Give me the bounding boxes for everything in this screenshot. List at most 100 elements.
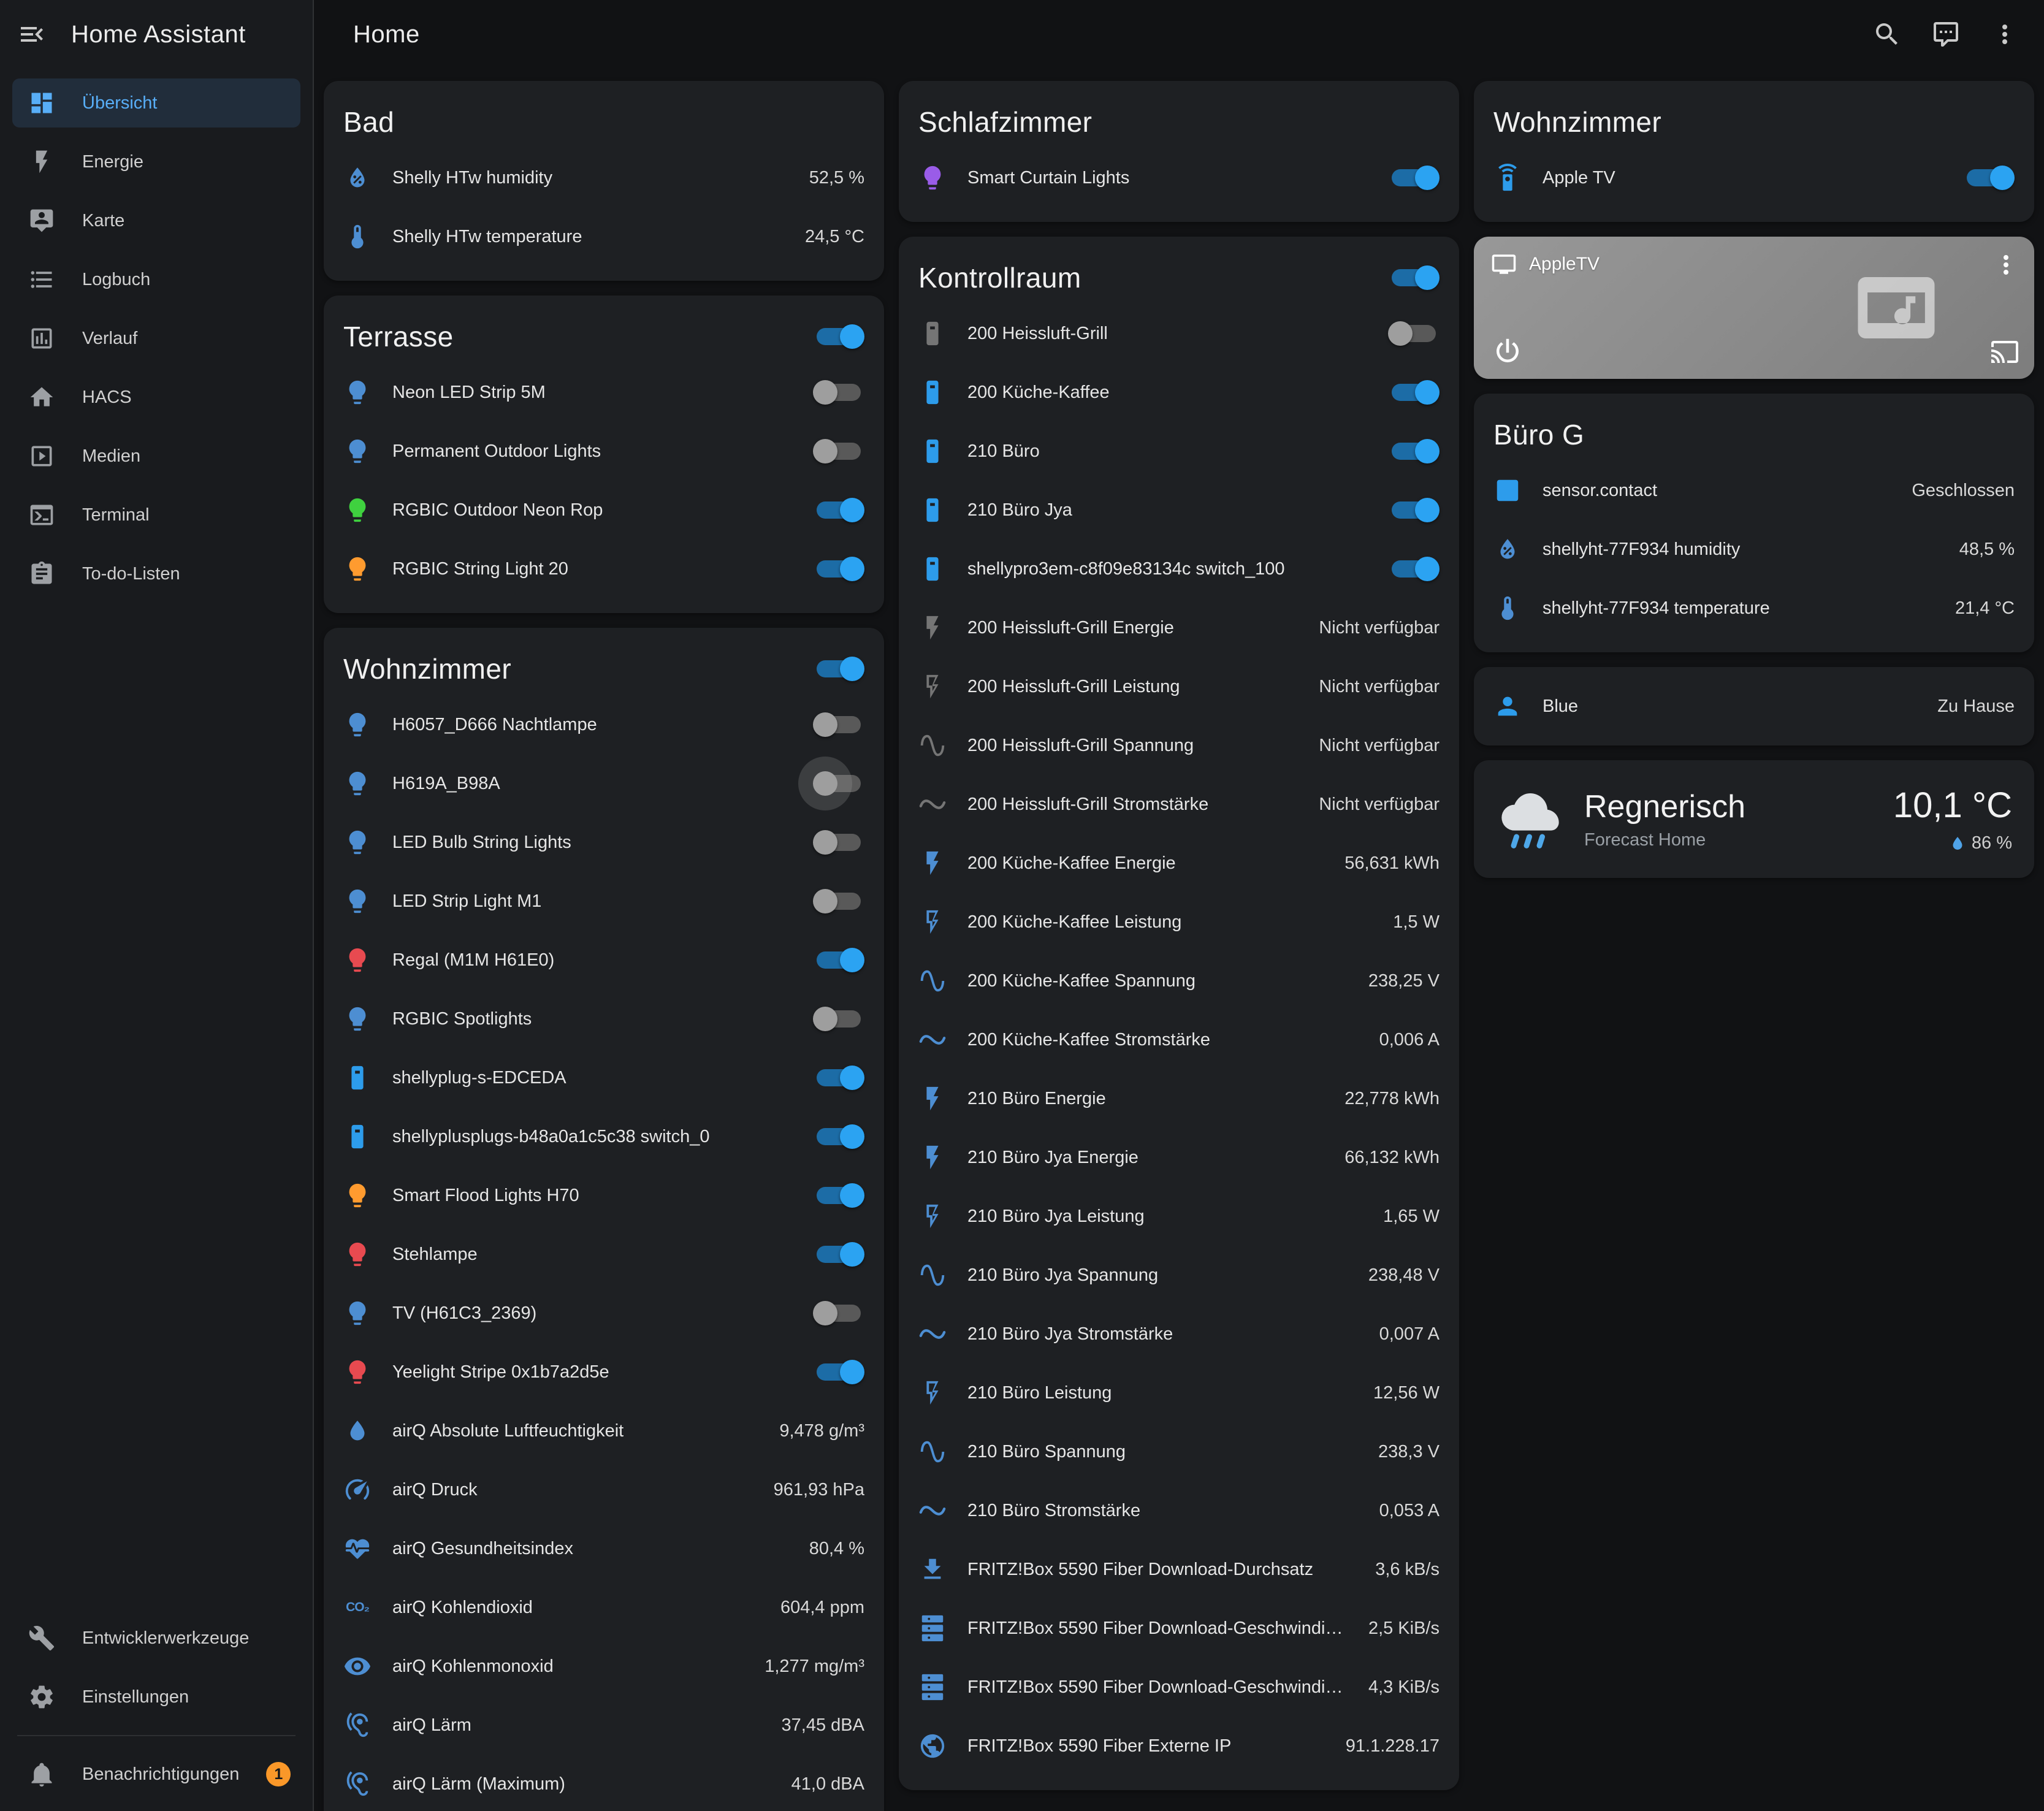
entity-row-led-strip-light-m1[interactable]: LED Strip Light M1	[324, 872, 884, 931]
sidebar-toggle-button[interactable]	[17, 20, 47, 49]
entity-toggle[interactable]	[1388, 438, 1440, 465]
entity-row-rgbic-outdoor-neon-rop[interactable]: RGBIC Outdoor Neon Rop	[324, 481, 884, 539]
entity-row-shellyht-77f934-humidity[interactable]: shellyht-77F934 humidity48,5 %	[1474, 520, 2034, 579]
media-cast-button[interactable]	[1990, 337, 2019, 367]
entity-row-airq-kohlenmonoxid[interactable]: airQ Kohlenmonoxid1,277 mg/m³	[324, 1637, 884, 1696]
entity-row-airq-l-rm[interactable]: airQ Lärm37,45 dBA	[324, 1696, 884, 1755]
entity-row-200-heissluft-grill-leistung[interactable]: 200 Heissluft-Grill LeistungNicht verfüg…	[899, 657, 1459, 716]
entity-row-shellypro3em-c8f09e83134c-switch-100[interactable]: shellypro3em-c8f09e83134c switch_100	[899, 539, 1459, 598]
entity-row-rgbic-spotlights[interactable]: RGBIC Spotlights	[324, 989, 884, 1048]
entity-toggle[interactable]	[813, 1300, 864, 1327]
media-player-card[interactable]: AppleTV	[1474, 237, 2034, 379]
entity-row-200-k-che-kaffee[interactable]: 200 Küche-Kaffee	[899, 363, 1459, 422]
entity-row-h6057-d666-nachtlampe[interactable]: H6057_D666 Nachtlampe	[324, 695, 884, 754]
entity-row-airq-l-rm-maximum[interactable]: airQ Lärm (Maximum)41,0 dBA	[324, 1755, 884, 1811]
entity-row-200-k-che-kaffee-stromst-rke[interactable]: 200 Küche-Kaffee Stromstärke0,006 A	[899, 1010, 1459, 1069]
sidebar-item-einstellungen[interactable]: Einstellungen	[12, 1672, 300, 1721]
sidebar-item-medien[interactable]: Medien	[12, 432, 300, 481]
entity-row-smart-curtain-lights[interactable]: Smart Curtain Lights	[899, 148, 1459, 207]
entity-row-apple-tv[interactable]: Apple TV	[1474, 148, 2034, 207]
entity-row-neon-led-strip-5m[interactable]: Neon LED Strip 5M	[324, 363, 884, 422]
entity-row-h619a-b98a[interactable]: H619A_B98A	[324, 754, 884, 813]
entity-row-stehlampe[interactable]: Stehlampe	[324, 1225, 884, 1284]
entity-row-fritz-box-5590-fiber-download-geschwindigk[interactable]: FRITZ!Box 5590 Fiber Download-Geschwindi…	[899, 1658, 1459, 1717]
entity-row-smart-flood-lights-h70[interactable]: Smart Flood Lights H70	[324, 1166, 884, 1225]
entity-row-tv-h61c3-2369[interactable]: TV (H61C3_2369)	[324, 1284, 884, 1343]
entity-row-210-b-ro-jya-leistung[interactable]: 210 Büro Jya Leistung1,65 W	[899, 1187, 1459, 1246]
entity-row-rgbic-string-light-20[interactable]: RGBIC String Light 20	[324, 539, 884, 598]
entity-toggle[interactable]	[813, 379, 864, 406]
entity-row-airq-druck[interactable]: airQ Druck961,93 hPa	[324, 1460, 884, 1519]
entity-row-210-b-ro-jya-energie[interactable]: 210 Büro Jya Energie66,132 kWh	[899, 1128, 1459, 1187]
sidebar-item-to-do-listen[interactable]: To-do-Listen	[12, 549, 300, 598]
entity-row-210-b-ro-energie[interactable]: 210 Büro Energie22,778 kWh	[899, 1069, 1459, 1128]
search-button[interactable]	[1872, 20, 1902, 49]
card-header-toggle[interactable]	[813, 655, 864, 682]
entity-toggle[interactable]	[1388, 555, 1440, 582]
entity-row-200-k-che-kaffee-energie[interactable]: 200 Küche-Kaffee Energie56,631 kWh	[899, 834, 1459, 893]
card-header-toggle[interactable]	[1388, 264, 1440, 291]
entity-row-shellyplusplugs-b48a0a1c5c38-switch-0[interactable]: shellyplusplugs-b48a0a1c5c38 switch_0	[324, 1107, 884, 1166]
entity-row-200-k-che-kaffee-leistung[interactable]: 200 Küche-Kaffee Leistung1,5 W	[899, 893, 1459, 951]
entity-row-yeelight-stripe-0x1b7a2d5e[interactable]: Yeelight Stripe 0x1b7a2d5e	[324, 1343, 884, 1401]
entity-toggle[interactable]	[813, 1359, 864, 1386]
entity-toggle[interactable]	[813, 438, 864, 465]
entity-toggle[interactable]	[813, 555, 864, 582]
entity-toggle[interactable]	[1388, 320, 1440, 347]
media-menu-button[interactable]	[1991, 250, 2021, 280]
sidebar-item-energie[interactable]: Energie	[12, 137, 300, 186]
entity-toggle[interactable]	[1963, 164, 2015, 191]
entity-row-210-b-ro-spannung[interactable]: 210 Büro Spannung238,3 V	[899, 1422, 1459, 1481]
entity-row-210-b-ro-jya-stromst-rke[interactable]: 210 Büro Jya Stromstärke0,007 A	[899, 1305, 1459, 1363]
sidebar-item-entwicklerwerkzeuge[interactable]: Entwicklerwerkzeuge	[12, 1614, 300, 1663]
entity-row-regal-m1m-h61e0[interactable]: Regal (M1M H61E0)	[324, 931, 884, 989]
entity-row-shelly-htw-temperature[interactable]: Shelly HTw temperature24,5 °C	[324, 207, 884, 266]
entity-row-fritz-box-5590-fiber-externe-ip[interactable]: FRITZ!Box 5590 Fiber Externe IP91.1.228.…	[899, 1717, 1459, 1775]
entity-toggle[interactable]	[813, 711, 864, 738]
entity-row-210-b-ro-jya[interactable]: 210 Büro Jya	[899, 481, 1459, 539]
sidebar-item-terminal[interactable]: Terminal	[12, 490, 300, 539]
entity-toggle[interactable]	[813, 770, 864, 797]
entity-toggle[interactable]	[813, 1064, 864, 1091]
entity-row-200-heissluft-grill-energie[interactable]: 200 Heissluft-Grill EnergieNicht verfügb…	[899, 598, 1459, 657]
entity-toggle[interactable]	[813, 497, 864, 524]
entity-row-airq-gesundheitsindex[interactable]: airQ Gesundheitsindex80,4 %	[324, 1519, 884, 1578]
entity-row-shelly-htw-humidity[interactable]: Shelly HTw humidity52,5 %	[324, 148, 884, 207]
entity-row-210-b-ro-leistung[interactable]: 210 Büro Leistung12,56 W	[899, 1363, 1459, 1422]
entity-row-shellyht-77f934-temperature[interactable]: shellyht-77F934 temperature21,4 °C	[1474, 579, 2034, 638]
entity-row-blue[interactable]: BlueZu Hause	[1474, 677, 2034, 736]
weather-card[interactable]: RegnerischForecast Home10,1 °C86 %	[1474, 760, 2034, 878]
entity-toggle[interactable]	[1388, 497, 1440, 524]
sidebar-item-bersicht[interactable]: Übersicht	[12, 78, 300, 128]
entity-toggle[interactable]	[1388, 379, 1440, 406]
entity-row-200-heissluft-grill[interactable]: 200 Heissluft-Grill	[899, 304, 1459, 363]
assist-button[interactable]	[1931, 20, 1961, 49]
entity-row-200-k-che-kaffee-spannung[interactable]: 200 Küche-Kaffee Spannung238,25 V	[899, 951, 1459, 1010]
sidebar-item-logbuch[interactable]: Logbuch	[12, 255, 300, 304]
card-header-toggle[interactable]	[813, 323, 864, 350]
entity-row-200-heissluft-grill-spannung[interactable]: 200 Heissluft-Grill SpannungNicht verfüg…	[899, 716, 1459, 775]
entity-row-shellyplug-s-edceda[interactable]: shellyplug-s-EDCEDA	[324, 1048, 884, 1107]
sidebar-item-hacs[interactable]: HACS	[12, 373, 300, 422]
entity-row-airq-kohlendioxid[interactable]: CO₂airQ Kohlendioxid604,4 ppm	[324, 1578, 884, 1637]
media-power-button[interactable]	[1491, 335, 1524, 368]
entity-toggle[interactable]	[813, 1123, 864, 1150]
entity-toggle[interactable]	[813, 1005, 864, 1032]
sidebar-item-benachrichtigungen[interactable]: Benachrichtigungen1	[12, 1750, 300, 1799]
entity-row-sensor-contact[interactable]: sensor.contactGeschlossen	[1474, 461, 2034, 520]
sidebar-item-karte[interactable]: Karte	[12, 196, 300, 245]
entity-toggle[interactable]	[1388, 164, 1440, 191]
entity-toggle[interactable]	[813, 829, 864, 856]
entity-toggle[interactable]	[813, 1182, 864, 1209]
entity-row-200-heissluft-grill-stromst-rke[interactable]: 200 Heissluft-Grill StromstärkeNicht ver…	[899, 775, 1459, 834]
entity-toggle[interactable]	[813, 1241, 864, 1268]
entity-row-led-bulb-string-lights[interactable]: LED Bulb String Lights	[324, 813, 884, 872]
entity-row-airq-absolute-luftfeuchtigkeit[interactable]: airQ Absolute Luftfeuchtigkeit9,478 g/m³	[324, 1401, 884, 1460]
entity-row-210-b-ro-stromst-rke[interactable]: 210 Büro Stromstärke0,053 A	[899, 1481, 1459, 1540]
overflow-menu-button[interactable]	[1990, 20, 2019, 49]
sidebar-item-verlauf[interactable]: Verlauf	[12, 314, 300, 363]
entity-row-fritz-box-5590-fiber-download-durchsatz[interactable]: FRITZ!Box 5590 Fiber Download-Durchsatz3…	[899, 1540, 1459, 1599]
entity-row-210-b-ro[interactable]: 210 Büro	[899, 422, 1459, 481]
entity-row-permanent-outdoor-lights[interactable]: Permanent Outdoor Lights	[324, 422, 884, 481]
entity-row-210-b-ro-jya-spannung[interactable]: 210 Büro Jya Spannung238,48 V	[899, 1246, 1459, 1305]
